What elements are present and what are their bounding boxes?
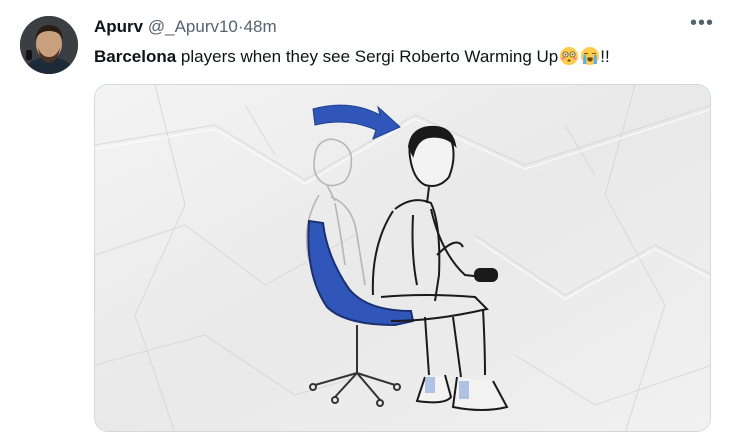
tweet-timestamp[interactable]: 48m bbox=[244, 17, 277, 36]
avatar-photo-icon bbox=[20, 16, 78, 74]
more-options-icon[interactable]: ••• bbox=[688, 13, 716, 36]
sketch-illustration-icon bbox=[95, 85, 710, 431]
tweet-text-end: !! bbox=[600, 47, 610, 66]
tweet-text-bold: Barcelona bbox=[94, 47, 177, 66]
loudly-crying-face-emoji-icon bbox=[581, 47, 600, 65]
tweet: Apurv @_Apurv10·48m ••• Barcelona player… bbox=[0, 0, 738, 435]
flushed-face-emoji-icon bbox=[560, 47, 579, 65]
author-name[interactable]: Apurv bbox=[94, 17, 143, 36]
author-handle[interactable]: @_Apurv10 bbox=[148, 17, 238, 36]
tweet-media-image[interactable] bbox=[94, 84, 711, 432]
tweet-header: Apurv @_Apurv10·48m bbox=[94, 16, 698, 38]
tweet-text: Barcelona players when they see Sergi Ro… bbox=[94, 45, 698, 69]
tweet-text-body: players when they see Sergi Roberto Warm… bbox=[176, 47, 559, 66]
author-avatar[interactable] bbox=[20, 16, 78, 74]
